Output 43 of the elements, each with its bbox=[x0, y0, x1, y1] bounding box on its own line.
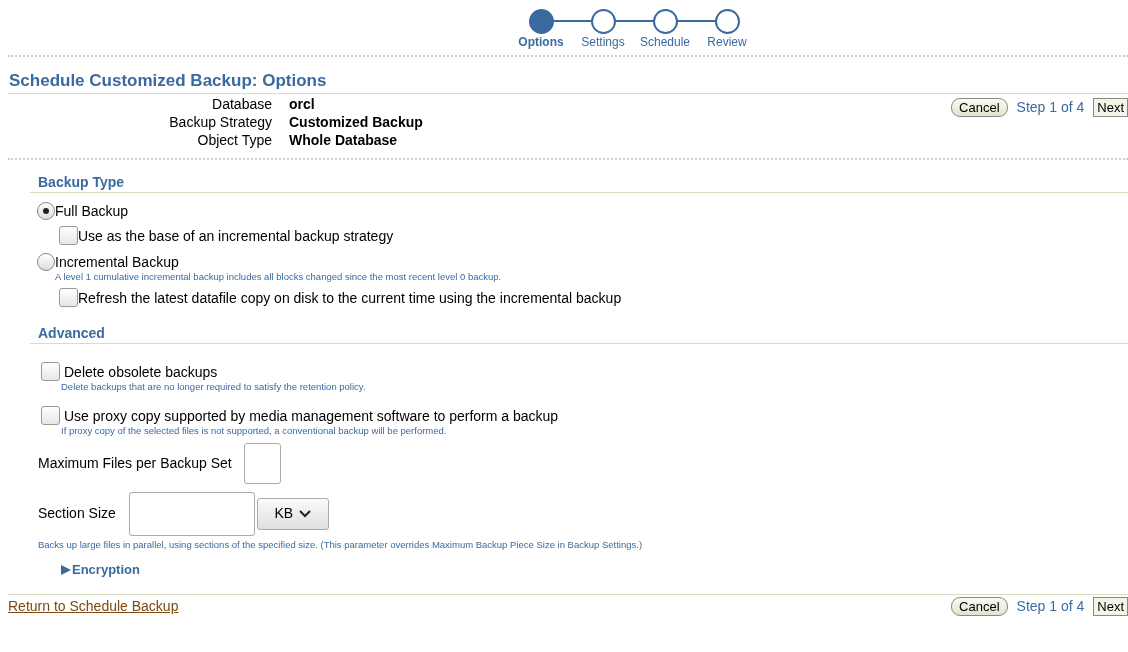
step-label: Settings bbox=[581, 35, 625, 50]
option-label: Delete obsolete backups bbox=[64, 363, 218, 381]
option-label: Use as the base of an incremental backup strategy bbox=[78, 227, 394, 245]
next-button[interactable]: Next bbox=[1093, 97, 1128, 117]
help-text: A level 1 cumulative incremental backup includes all blocks changed since the most recent level 0 backup. bbox=[55, 270, 503, 282]
step-indicator: Step 1 of 4 bbox=[1016, 98, 1085, 116]
checkbox[interactable] bbox=[59, 225, 78, 245]
step-indicator: Step 1 of 4 bbox=[1016, 597, 1085, 615]
disclosure-link[interactable]: Encryption bbox=[60, 561, 140, 578]
text-field[interactable] bbox=[243, 442, 281, 484]
checkbox[interactable] bbox=[41, 361, 60, 381]
page-title: Schedule Customized Backup: Options bbox=[9, 71, 327, 92]
radio-button[interactable] bbox=[37, 252, 55, 271]
field-label: Database bbox=[211, 94, 272, 113]
field-value: Whole Database bbox=[289, 130, 399, 149]
option-label: Use proxy copy supported by media management software to perform a backup bbox=[64, 408, 559, 426]
field-label: Backup Strategy bbox=[168, 112, 272, 131]
checkbox[interactable] bbox=[59, 287, 78, 307]
help-text: Delete backups that are no longer required to satisfy the retention policy. bbox=[61, 380, 367, 393]
field-label: Section Size bbox=[38, 505, 116, 522]
step-label: Schedule bbox=[639, 35, 690, 50]
option-label: Full Backup bbox=[55, 202, 129, 220]
field-value: Customized Backup bbox=[289, 112, 423, 131]
option-label: Incremental Backup bbox=[55, 253, 179, 271]
radio-button[interactable] bbox=[37, 201, 55, 220]
checkbox[interactable] bbox=[41, 406, 60, 426]
return-link[interactable]: Return to Schedule Backup bbox=[8, 597, 179, 615]
next-button[interactable]: Next bbox=[1093, 596, 1128, 616]
field-label: Maximum Files per Backup Set bbox=[38, 454, 232, 472]
step-label: Options bbox=[518, 35, 564, 50]
help-text: If proxy copy of the selected files is not supported, a conventional backup will be performed. bbox=[61, 425, 448, 437]
chevron-down-icon bbox=[299, 509, 312, 518]
cancel-button[interactable]: Cancel bbox=[951, 596, 1008, 616]
step-label: Review bbox=[707, 35, 747, 50]
field-value: orcl bbox=[289, 94, 316, 113]
field-label: Object Type bbox=[196, 130, 272, 149]
section-heading: Backup Type bbox=[38, 173, 125, 191]
text-field[interactable] bbox=[128, 491, 255, 536]
section-heading: Advanced bbox=[38, 324, 105, 342]
cancel-button[interactable]: Cancel bbox=[951, 97, 1008, 117]
help-text: Backs up large files in parallel, using sections of the specified size. (This parameter overrides Maximum Backup Piece Size in Backup Settings.) bbox=[38, 538, 644, 550]
unit-dropdown[interactable]: KB bbox=[256, 497, 329, 530]
option-label: Refresh the latest datafile copy on disk to the current time using the incremental backup bbox=[78, 290, 622, 307]
